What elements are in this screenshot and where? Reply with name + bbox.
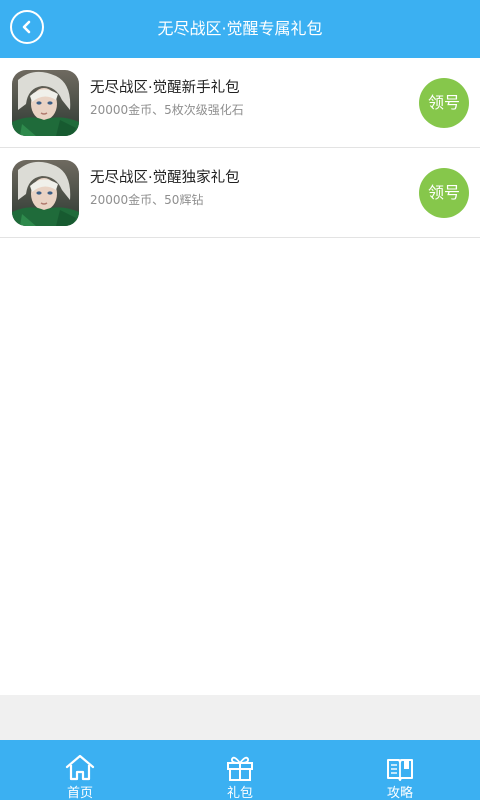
gift-title: 无尽战区·觉醒新手礼包 <box>90 80 240 96</box>
gift-item: 无尽战区·觉醒独家礼包 20000金币、50辉钻 领号 <box>0 148 480 238</box>
tab-home-label: 首页 <box>66 786 93 801</box>
tab-guide-label: 攻略 <box>386 786 413 801</box>
bottom-tab-bar: 首页 礼包 攻略 <box>0 740 480 801</box>
tab-gift-label: 礼包 <box>226 786 253 801</box>
gift-item: 无尽战区·觉醒新手礼包 20000金币、5枚次级强化石 领号 <box>0 58 480 148</box>
gift-description: 20000金币、50辉钻 <box>90 193 204 207</box>
bottom-gray-strip <box>0 695 480 740</box>
game-avatar-icon <box>12 70 79 136</box>
gift-icon <box>224 754 256 782</box>
tab-gift[interactable]: 礼包 <box>160 740 320 801</box>
page-title: 无尽战区·觉醒专属礼包 <box>157 19 323 38</box>
back-arrow-icon <box>20 20 34 34</box>
claim-button[interactable]: 领号 <box>419 78 469 128</box>
book-icon <box>384 754 416 782</box>
game-avatar-icon <box>12 160 79 226</box>
gift-list: 无尽战区·觉醒新手礼包 20000金币、5枚次级强化石 领号 无尽战区·觉醒独家… <box>0 58 480 238</box>
claim-button[interactable]: 领号 <box>419 168 469 218</box>
tab-guide[interactable]: 攻略 <box>320 740 480 801</box>
tab-home[interactable]: 首页 <box>0 740 160 801</box>
gift-description: 20000金币、5枚次级强化石 <box>90 103 244 117</box>
back-button[interactable] <box>10 10 44 44</box>
home-icon <box>64 754 96 782</box>
header-bar: 无尽战区·觉醒专属礼包 <box>0 0 480 58</box>
gift-title: 无尽战区·觉醒独家礼包 <box>90 170 240 186</box>
